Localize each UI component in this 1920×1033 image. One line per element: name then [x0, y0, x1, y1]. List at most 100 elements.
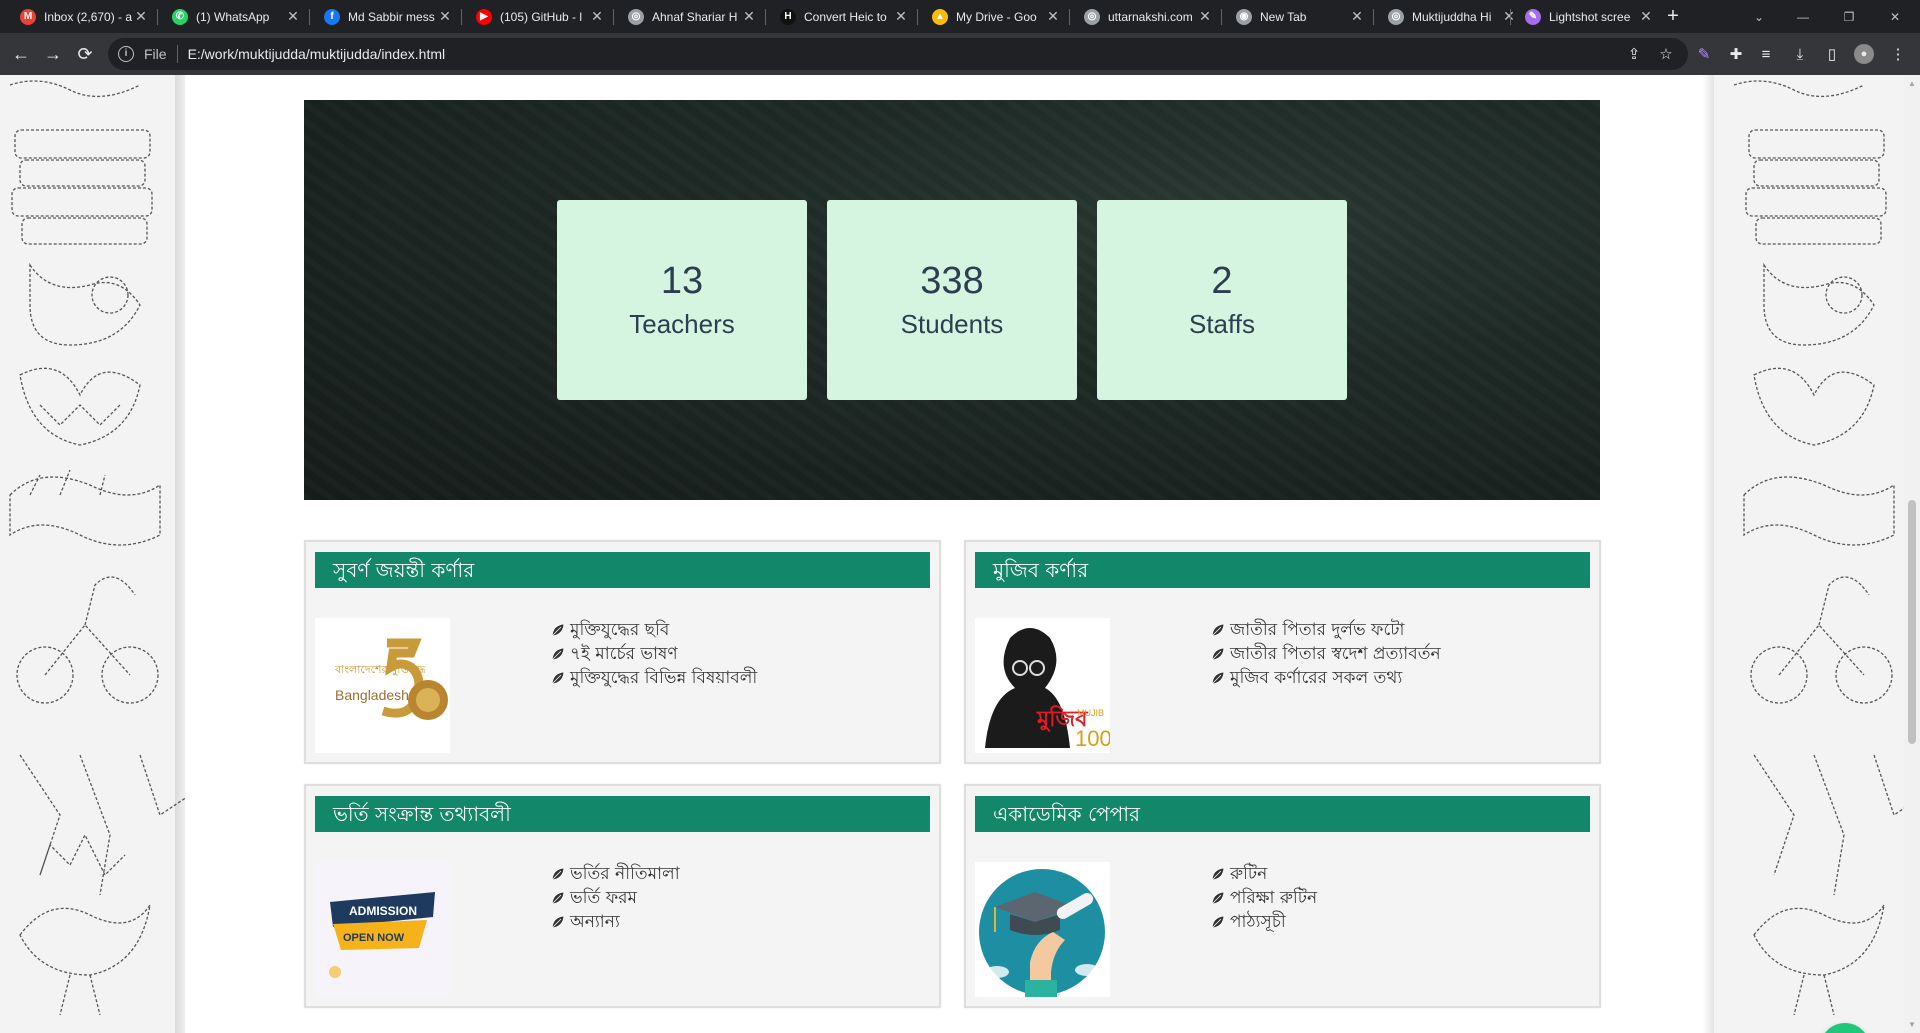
leaf-icon — [1211, 647, 1225, 661]
corner-link-text[interactable]: মুজিব কর্ণারের সকল তথ্য — [1230, 666, 1402, 690]
lightshot-extension-icon[interactable]: ✎ — [1694, 44, 1714, 64]
logo-100-text: 100 — [1075, 726, 1110, 751]
restore-button[interactable]: ❐ — [1826, 0, 1872, 33]
right-sketch-illustration — [1733, 80, 1904, 1016]
corner-link[interactable]: মুক্তিযুদ্ধের ছবি — [551, 618, 757, 642]
tab-close-icon[interactable]: ✕ — [589, 8, 605, 25]
corner-link-text[interactable]: পাঠ্যসূচী — [1230, 910, 1286, 934]
corner-link-text[interactable]: ৭ই মার্চের ভাষণ — [570, 642, 678, 666]
right-decorative-sketch-border — [1714, 75, 1904, 1033]
whatsapp-icon: ✆ — [172, 8, 188, 25]
corner-link[interactable]: পাঠ্যসূচী — [1211, 910, 1317, 934]
browser-tab[interactable]: f Md Sabbir mess ✕ — [312, 0, 459, 33]
tab-search-button[interactable]: ⌄ — [1736, 0, 1782, 33]
corner-link-text[interactable]: জাতীর পিতার দুর্লভ ফটো — [1230, 618, 1404, 642]
leaf-icon — [1211, 867, 1225, 881]
download-icon[interactable]: ⤓ — [1790, 44, 1810, 64]
close-window-button[interactable]: ✕ — [1872, 0, 1918, 33]
side-panel-icon[interactable]: ▯ — [1822, 44, 1842, 64]
tab-title: New Tab — [1260, 9, 1307, 24]
scroll-up-arrow-icon[interactable]: ▲ — [1908, 79, 1916, 88]
corner-link-text[interactable]: ভর্তি ফরম — [570, 886, 637, 910]
tab-close-icon[interactable]: ✕ — [741, 8, 757, 25]
browser-tab[interactable]: H Convert Heic to ✕ — [768, 0, 915, 33]
corner-link[interactable]: মুক্তিযুদ্ধের বিভিন্ন বিষয়াবলী — [551, 666, 757, 690]
browser-tab[interactable]: ▲ My Drive - Goo ✕ — [920, 0, 1067, 33]
chrome-icon: ◉ — [1236, 8, 1252, 25]
tab-close-icon[interactable]: ✕ — [893, 8, 909, 25]
browser-tab[interactable]: ✎ Lightshot scree ✕ — [1513, 0, 1660, 33]
mujib-100-logo: মুজিব শতবর্ষ MUJIB 100 — [975, 618, 1110, 753]
tab-separator — [917, 9, 918, 25]
tab-close-icon[interactable]: ✕ — [1045, 8, 1061, 25]
share-icon[interactable]: ⇪ — [1624, 44, 1644, 64]
tab-separator — [613, 9, 614, 25]
tab-close-icon[interactable]: ✕ — [1349, 8, 1365, 25]
page-scrollbar[interactable]: ▲ ▼ — [1904, 75, 1920, 1033]
corner-link[interactable]: রুটিন — [1211, 862, 1317, 886]
tab-separator — [1373, 9, 1374, 25]
url-text[interactable]: E:/work/muktijudda/muktijudda/index.html — [188, 46, 446, 62]
browser-tab[interactable]: ◎ Muktijuddha Hi ✕ — [1376, 0, 1523, 33]
leaf-icon — [551, 647, 565, 661]
back-arrow-icon[interactable]: ← — [8, 41, 34, 67]
corner-link-text[interactable]: মুক্তিযুদ্ধের বিভিন্ন বিষয়াবলী — [570, 666, 757, 690]
corner-link[interactable]: পরিক্ষা রুটিন — [1211, 886, 1317, 910]
leaf-icon — [1211, 891, 1225, 905]
tab-separator — [1069, 9, 1070, 25]
counter-label: Staffs — [1188, 309, 1255, 339]
profile-avatar[interactable]: ● — [1854, 44, 1874, 64]
tab-title: Convert Heic to — [804, 9, 887, 24]
browser-tab[interactable]: M Inbox (2,670) - a ✕ — [8, 0, 155, 33]
scroll-down-arrow-icon[interactable]: ▼ — [1908, 1020, 1916, 1029]
tab-close-icon[interactable]: ✕ — [1638, 8, 1654, 25]
left-edge-shadow — [175, 75, 187, 1033]
corner-link-text[interactable]: মুক্তিযুদ্ধের ছবি — [570, 618, 669, 642]
counter-section: 13 Teachers 338 Students 2 Staffs — [304, 100, 1600, 500]
tab-close-icon[interactable]: ✕ — [437, 8, 453, 25]
corner-link-text[interactable]: রুটিন — [1230, 862, 1267, 886]
corner-link[interactable]: ৭ই মার্চের ভাষণ — [551, 642, 757, 666]
corner-link[interactable]: অন্যান্য — [551, 910, 680, 934]
extensions-puzzle-icon[interactable]: ✚ — [1726, 44, 1746, 64]
bookmark-star-icon[interactable]: ☆ — [1656, 44, 1676, 64]
new-tab-button[interactable]: + — [1660, 4, 1686, 30]
browser-tab[interactable]: ◎ uttarnakshi.com ✕ — [1072, 0, 1219, 33]
left-sketch-illustration — [9, 80, 185, 1016]
tab-close-icon[interactable]: ✕ — [133, 8, 149, 25]
reload-icon[interactable]: ⟳ — [72, 41, 98, 67]
corner-link[interactable]: জাতীর পিতার দুর্লভ ফটো — [1211, 618, 1441, 642]
logo-bangladesh-text: Bangladesh — [335, 687, 409, 703]
golden-jubilee-corner-card: সুবর্ণ জয়ন্তী কর্ণার বাংলাদেশের মুক্তিয… — [304, 540, 941, 764]
browser-tab[interactable]: ◎ Ahnaf Shariar H ✕ — [616, 0, 763, 33]
address-bar[interactable]: i File E:/work/muktijudda/muktijudda/ind… — [108, 38, 1688, 70]
scrollbar-thumb[interactable] — [1908, 500, 1916, 744]
menu-kebab-icon[interactable]: ⋮ — [1888, 44, 1908, 64]
reading-list-icon[interactable]: ≡ — [1756, 44, 1776, 64]
info-icon[interactable]: i — [118, 46, 134, 62]
banner-open-now-text: OPEN NOW — [343, 932, 405, 944]
corner-link[interactable]: ভর্তি ফরম — [551, 886, 680, 910]
tab-title: (1) WhatsApp — [196, 9, 270, 24]
forward-arrow-icon[interactable]: → — [40, 41, 66, 67]
browser-tab[interactable]: ◉ New Tab ✕ — [1224, 0, 1371, 33]
browser-tab[interactable]: ✆ (1) WhatsApp ✕ — [160, 0, 307, 33]
corner-link[interactable]: জাতীর পিতার স্বদেশ প্রত্যাবর্তন — [1211, 642, 1441, 666]
corner-link-text[interactable]: জাতীর পিতার স্বদেশ প্রত্যাবর্তন — [1230, 642, 1441, 666]
corner-link[interactable]: মুজিব কর্ণারের সকল তথ্য — [1211, 666, 1441, 690]
corner-link-text[interactable]: অন্যান্য — [570, 910, 620, 934]
corner-link-text[interactable]: পরিক্ষা রুটিন — [1230, 886, 1317, 910]
counter-label: Teachers — [629, 309, 735, 339]
counter-staffs: 2 Staffs — [1097, 200, 1347, 400]
corner-link-text[interactable]: ভর্তির নীতিমালা — [570, 862, 680, 886]
tab-close-icon[interactable]: ✕ — [285, 8, 301, 25]
tab-title: Inbox (2,670) - a — [44, 9, 133, 24]
tab-separator — [1221, 9, 1222, 25]
corner-link[interactable]: ভর্তির নীতিমালা — [551, 862, 680, 886]
minimize-button[interactable]: — — [1780, 0, 1826, 33]
tab-separator — [157, 9, 158, 25]
tab-close-icon[interactable]: ✕ — [1197, 8, 1213, 25]
browser-tab[interactable]: ▶ (105) GitHub - l ✕ — [464, 0, 611, 33]
academic-paper-corner-card: একাডেমিক পেপার রুটিন পরিক্ষা রুটিন পাঠ্য… — [964, 784, 1601, 1008]
h-icon: H — [780, 8, 796, 25]
